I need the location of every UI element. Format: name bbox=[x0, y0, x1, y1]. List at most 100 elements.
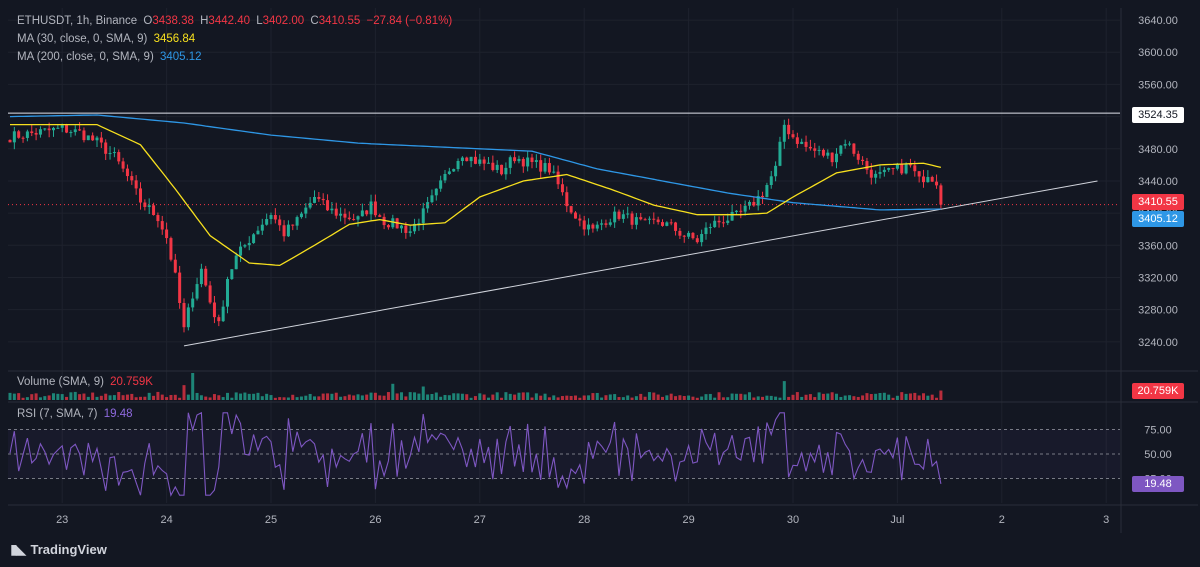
candle-body bbox=[226, 279, 229, 307]
candle-body bbox=[12, 131, 16, 143]
volume-bar bbox=[595, 392, 599, 400]
candle-body bbox=[591, 224, 595, 229]
volume-bar bbox=[86, 396, 90, 400]
candle-body bbox=[352, 219, 356, 221]
volume-bar bbox=[491, 394, 495, 400]
candle-body bbox=[769, 176, 773, 186]
volume-bar bbox=[382, 395, 386, 400]
volume-bar bbox=[891, 397, 895, 400]
ma200-price-tag: 3405.12 bbox=[1132, 211, 1184, 227]
candle-body bbox=[721, 222, 725, 224]
candle-body bbox=[356, 216, 360, 220]
candle-body bbox=[173, 259, 177, 273]
candle-body bbox=[469, 156, 473, 162]
ma30-legend[interactable]: MA (30, close, 0, SMA, 9) 3456.84 bbox=[17, 33, 198, 45]
volume-bar bbox=[917, 395, 921, 400]
candle-body bbox=[191, 298, 195, 308]
candle-body bbox=[47, 128, 51, 131]
volume-bar bbox=[295, 397, 299, 400]
volume-bar bbox=[252, 393, 256, 400]
candle-body bbox=[791, 134, 795, 138]
volume-tag: 20.759K bbox=[1132, 383, 1184, 399]
candle-body bbox=[17, 131, 21, 138]
rsi-legend[interactable]: RSI (7, SMA, 7) 19.48 bbox=[17, 408, 136, 420]
volume-bar bbox=[621, 397, 625, 400]
volume-bar bbox=[108, 395, 112, 400]
volume-bar bbox=[169, 394, 173, 400]
candle-body bbox=[613, 211, 617, 223]
volume-bar bbox=[186, 394, 190, 400]
candle-body bbox=[195, 284, 199, 299]
volume-bar bbox=[534, 393, 538, 400]
candle-body bbox=[865, 161, 869, 170]
candle-body bbox=[60, 125, 64, 128]
tradingview-brand[interactable]: ▮◣ TradingView bbox=[10, 541, 107, 558]
time-axis: 2324252627282930Jul234 bbox=[56, 514, 1109, 526]
candle-body bbox=[178, 272, 182, 303]
close-value: 3410.55 bbox=[318, 15, 361, 27]
volume-bar bbox=[230, 397, 234, 400]
rsi-tick-label: 50.00 bbox=[1144, 449, 1172, 461]
candle-body bbox=[465, 157, 469, 162]
candle-body bbox=[278, 219, 282, 226]
candle-body bbox=[704, 227, 708, 235]
candle-body bbox=[708, 227, 712, 229]
candle-body bbox=[147, 205, 151, 207]
candle-body bbox=[504, 167, 508, 175]
candle-body bbox=[30, 131, 34, 133]
volume-bar bbox=[848, 395, 852, 400]
candle-body bbox=[125, 168, 129, 177]
volume-bar bbox=[752, 397, 756, 400]
volume-bar bbox=[487, 397, 490, 400]
volume-bar bbox=[430, 393, 434, 400]
grid bbox=[8, 8, 1120, 503]
volume-bar bbox=[60, 394, 64, 400]
candle-body bbox=[856, 153, 860, 160]
chart-frame[interactable]: 3240.003280.003320.003360.003400.003440.… bbox=[8, 8, 1198, 533]
time-tick-label: 2 bbox=[999, 514, 1005, 526]
volume-bar bbox=[626, 395, 630, 400]
candle-body bbox=[439, 180, 443, 189]
volume-bar bbox=[647, 392, 651, 400]
volume-bar bbox=[38, 397, 42, 400]
volume-bar bbox=[447, 395, 451, 400]
change-value: −27.84 (−0.81%) bbox=[366, 15, 453, 27]
candle-body bbox=[534, 160, 538, 162]
volume-bar bbox=[273, 397, 277, 400]
volume-bar bbox=[365, 394, 369, 400]
candle-body bbox=[913, 165, 917, 172]
candle-body bbox=[734, 210, 738, 212]
candle-body bbox=[830, 152, 834, 163]
rsi-label: RSI (7, SMA, 7) bbox=[17, 408, 98, 420]
candle-body bbox=[700, 234, 704, 243]
candle-body bbox=[726, 220, 730, 223]
volume-bar bbox=[343, 396, 347, 400]
candle-body bbox=[160, 221, 164, 230]
volume-bar bbox=[604, 395, 608, 400]
ma200-legend[interactable]: MA (200, close, 0, SMA, 9) 3405.12 bbox=[17, 51, 205, 63]
candle-body bbox=[617, 211, 621, 219]
candle-body bbox=[495, 164, 499, 170]
volume-value: 20.759K bbox=[110, 376, 153, 388]
candle-body bbox=[308, 202, 312, 208]
volume-bar bbox=[513, 394, 517, 400]
candle-body bbox=[587, 224, 591, 230]
volume-bar bbox=[569, 395, 573, 400]
candle-body bbox=[739, 210, 743, 212]
volume-legend[interactable]: Volume (SMA, 9) 20.759K bbox=[17, 376, 156, 388]
volume-bar bbox=[721, 397, 725, 400]
volume-bar bbox=[317, 396, 321, 400]
candle-body bbox=[330, 208, 334, 211]
ma30-line bbox=[10, 123, 942, 267]
volume-bar bbox=[591, 393, 595, 400]
chart-canvas[interactable]: 3240.003280.003320.003360.003400.003440.… bbox=[8, 8, 1198, 533]
candle-body bbox=[34, 132, 38, 135]
volume-bar bbox=[869, 394, 873, 400]
volume-bar bbox=[43, 396, 47, 400]
volume-bar bbox=[182, 385, 186, 400]
volume-bar bbox=[195, 392, 199, 400]
candle-body bbox=[695, 238, 699, 243]
candle-body bbox=[647, 218, 651, 220]
candle-body bbox=[373, 201, 377, 216]
symbol-legend[interactable]: ETHUSDT, 1h, Binance O3438.38 H3442.40 L… bbox=[17, 15, 455, 27]
